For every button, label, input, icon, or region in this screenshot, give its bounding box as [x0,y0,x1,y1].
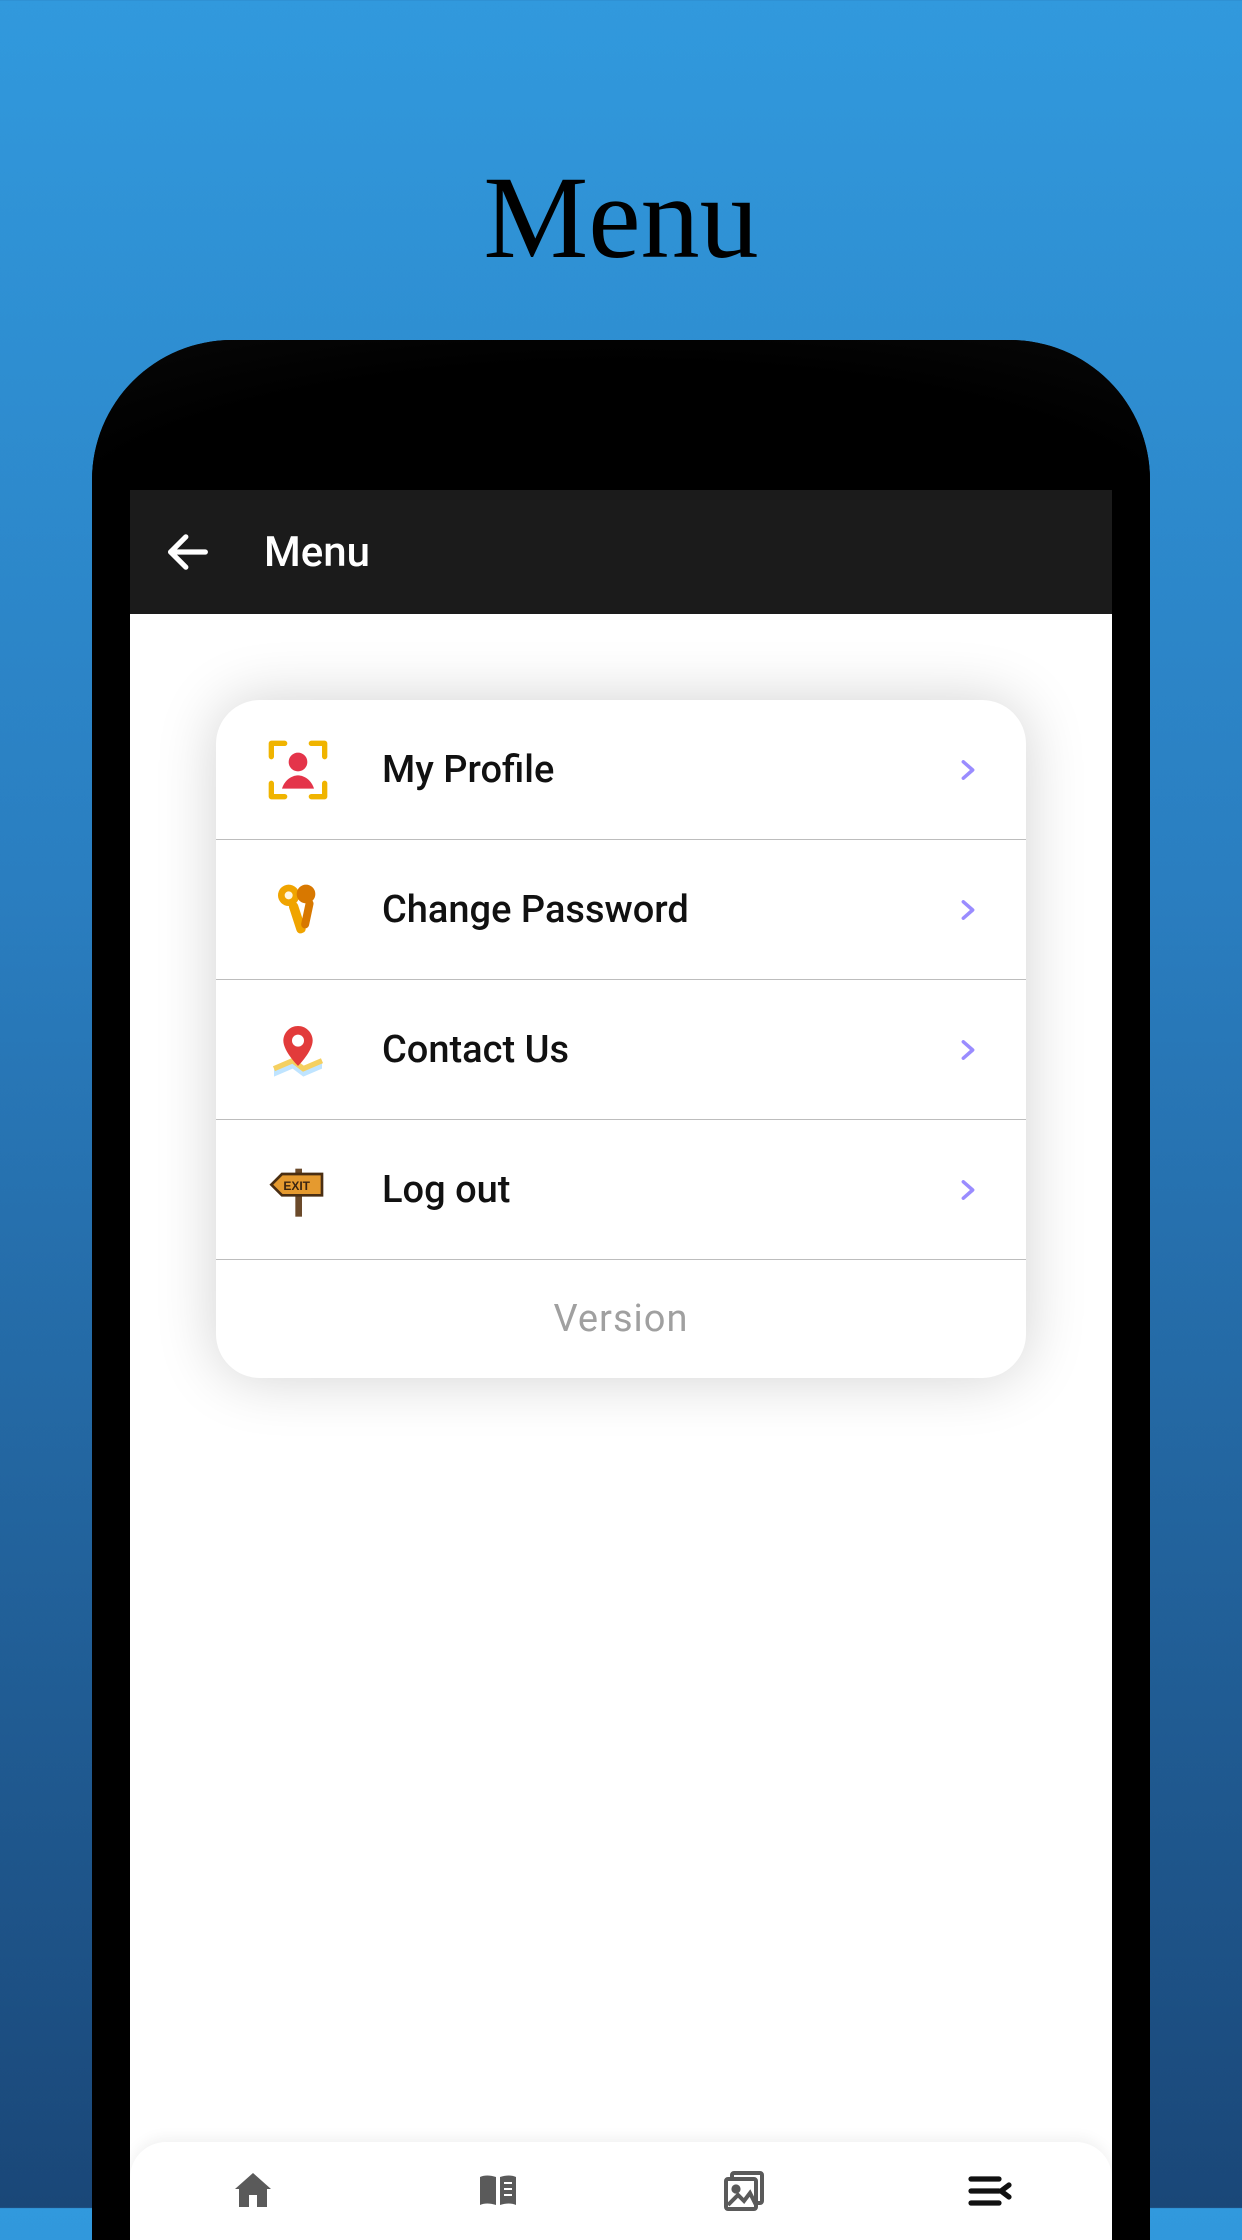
menu-card: My Profile [216,700,1026,1378]
nav-gallery[interactable] [621,2142,867,2240]
arrow-left-icon [162,526,214,578]
menu-item-label: Log out [382,1168,954,1212]
profile-icon [266,738,330,802]
page-title: Menu [0,0,1242,286]
phone-frame: Menu My Profile [92,340,1150,2240]
menu-item-contact-us[interactable]: Contact Us [216,980,1026,1120]
screen: Menu My Profile [130,490,1112,2240]
menu-item-change-password[interactable]: Change Password [216,840,1026,980]
map-pin-icon [266,1018,330,1082]
nav-home[interactable] [130,2142,376,2240]
menu-item-logout[interactable]: EXIT Log out [216,1120,1026,1260]
nav-menu[interactable] [867,2142,1113,2240]
menu-item-label: Change Password [382,888,954,932]
menu-item-profile[interactable]: My Profile [216,700,1026,840]
bottom-nav [130,2142,1112,2240]
keys-icon [266,878,330,942]
svg-text:EXIT: EXIT [283,1179,310,1193]
chevron-right-icon [954,1036,982,1064]
menu-item-label: My Profile [382,748,954,792]
back-button[interactable] [148,512,228,592]
exit-sign-icon: EXIT [266,1158,330,1222]
content-area: My Profile [130,614,1112,2240]
app-bar-title: Menu [264,528,370,577]
menu-item-label: Contact Us [382,1028,954,1072]
chevron-right-icon [954,1176,982,1204]
chevron-right-icon [954,896,982,924]
chevron-right-icon [954,756,982,784]
app-bar: Menu [130,490,1112,614]
nav-book[interactable] [376,2142,622,2240]
version-label: Version [216,1260,1026,1378]
